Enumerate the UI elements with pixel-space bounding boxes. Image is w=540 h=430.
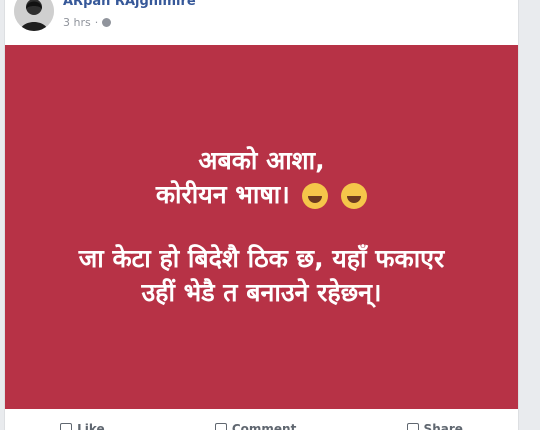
post-author[interactable]: ARpan RAjghimire [63,0,196,9]
like-label: Like [77,422,105,430]
image-text-line-1: अबको आशा, [198,146,325,175]
post-card: ARpan RAjghimire 3 hrs · अबको आशा, कोरीय… [4,0,519,430]
globe-icon[interactable] [102,18,112,27]
like-button[interactable]: Like [60,422,105,430]
tears-of-joy-emoji-icon [302,183,329,209]
share-label: Share [423,422,463,430]
tears-of-joy-emoji-icon [341,183,368,209]
share-button[interactable]: Share [406,422,463,430]
avatar-photo [14,0,54,31]
post-time[interactable]: 3 hrs [63,16,91,29]
post-header: ARpan RAjghimire 3 hrs · [5,0,518,45]
image-text-line-2: कोरीयन भाषा। [155,178,368,212]
image-text-line-2-text: कोरीयन भाषा। [155,180,290,209]
share-icon [406,423,419,430]
comment-label: Comment [231,422,297,430]
post-image[interactable]: अबको आशा, कोरीयन भाषा। जा केटा हो बिदेशै… [5,45,518,409]
page: ARpan RAjghimire 3 hrs · अबको आशा, कोरीय… [0,0,540,430]
comment-button[interactable]: Comment [214,422,297,430]
image-text-line-4: उहीं भेडै त बनाउने रहेछन्। [141,278,382,307]
avatar[interactable] [14,0,54,31]
like-icon [60,423,73,430]
image-text-line-3: जा केटा हो बिदेशै ठिक छ, यहाँ फकाएर [78,244,445,273]
post-meta: 3 hrs · [63,16,112,29]
post-actions: Like Comment Share [5,409,518,430]
meta-separator: · [94,16,99,29]
comment-icon [214,423,227,430]
